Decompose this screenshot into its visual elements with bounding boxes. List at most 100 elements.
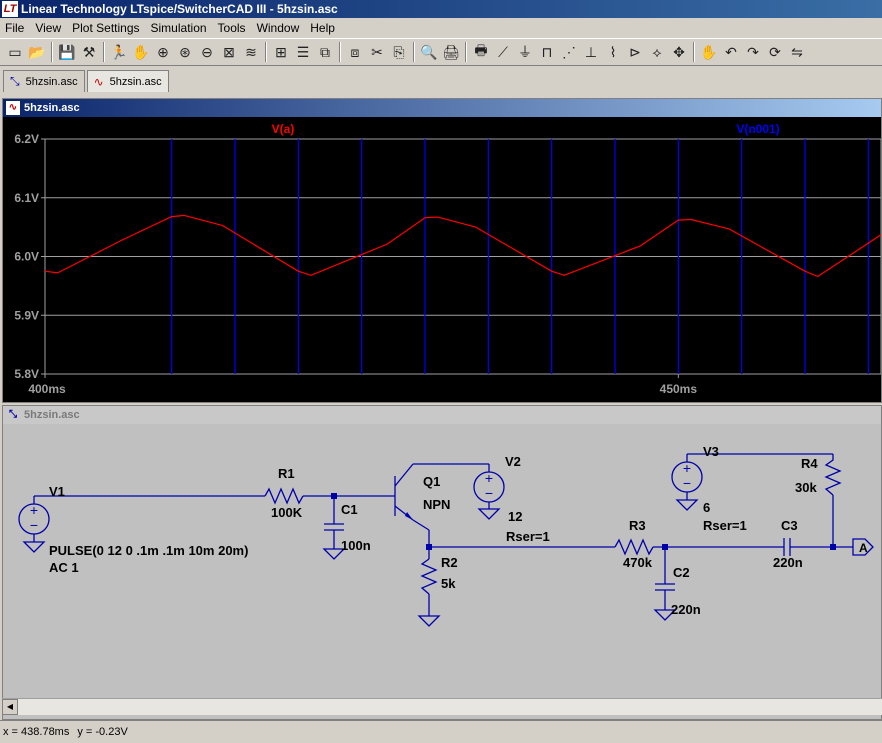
save-icon[interactable]: 💾 <box>56 41 78 63</box>
v2-value: 12 <box>508 509 522 524</box>
zoom-fit-icon[interactable]: ⊠ <box>218 41 240 63</box>
waveform-plot[interactable]: 6.2V 6.1V 6.0V 5.9V 5.8V400ms 450ms V(a) V(n001… <box>3 117 881 402</box>
ground-icon <box>417 615 441 627</box>
cascade-icon[interactable]: ⧉ <box>314 41 336 63</box>
cursor-x-readout: x = 438.78ms <box>3 726 70 738</box>
c3-value: 220n <box>773 555 803 570</box>
pan-icon[interactable]: ✋ <box>130 41 152 63</box>
svg-text:−: − <box>683 475 691 491</box>
title-bar: LT Linear Technology LTspice/SwitcherCAD… <box>0 0 882 18</box>
document-tabs: ⤡ 5hzsin.asc ∿ 5hzsin.asc <box>0 68 882 92</box>
voltage-sources <box>18 461 703 535</box>
toolbar-separator <box>413 42 415 62</box>
open-icon[interactable]: 📂 <box>26 41 48 63</box>
c1-label: C1 <box>341 502 358 517</box>
inductor-icon[interactable]: ⌇ <box>602 41 624 63</box>
v2-rser: Rser=1 <box>506 529 550 544</box>
v1-value: PULSE(0 12 0 .1m .1m 10m 20m) <box>49 543 248 558</box>
grid-icon[interactable]: ⊞ <box>270 41 292 63</box>
c1-value: 100n <box>341 538 371 553</box>
tab-schematic[interactable]: ⤡ 5hzsin.asc <box>3 70 85 92</box>
menu-bar: File View Plot Settings Simulation Tools… <box>0 18 882 37</box>
toolbar-separator <box>265 42 267 62</box>
run-icon[interactable]: 🏃 <box>108 41 130 63</box>
ground-icon <box>675 499 699 511</box>
svg-text:−: − <box>485 485 493 501</box>
waveform-window-icon: ∿ <box>6 101 20 115</box>
menu-window[interactable]: Window <box>252 21 306 35</box>
toolbar-separator <box>693 42 695 62</box>
junction-dots <box>331 493 836 550</box>
r3-value: 470k <box>623 555 653 570</box>
waveform-panel-title: 5hzsin.asc <box>24 102 80 114</box>
waveform-panel-titlebar: ∿ 5hzsin.asc <box>3 99 881 117</box>
q1-label: Q1 <box>423 474 440 489</box>
status-bar: x = 438.78ms y = -0.23V <box>0 720 882 743</box>
resistor-icon[interactable]: ⋰ <box>558 41 580 63</box>
capacitor-icon[interactable]: ⊥ <box>580 41 602 63</box>
toolbar-separator <box>103 42 105 62</box>
svg-text:−: − <box>30 517 38 533</box>
trace-va <box>44 214 881 278</box>
move-icon[interactable]: ✥ <box>668 41 690 63</box>
c3-label: C3 <box>781 518 798 533</box>
c2-value: 220n <box>671 602 701 617</box>
tile-horizontal-icon[interactable]: ☰ <box>292 41 314 63</box>
schematic-panel-title: 5hzsin.asc <box>24 409 80 421</box>
schematic-tab-icon: ⤡ <box>10 74 20 88</box>
wire-icon[interactable]: ⟋ <box>492 41 514 63</box>
cut-icon[interactable]: ✂ <box>366 41 388 63</box>
schematic-window-icon: ⤡ <box>9 409 17 420</box>
scroll-left-icon[interactable]: ◀ <box>2 699 18 715</box>
waveform-tab-icon: ∿ <box>93 74 104 89</box>
ground-symbols <box>22 499 699 627</box>
ground-icon <box>477 508 501 520</box>
zoom-in-icon[interactable]: ⊕ <box>152 41 174 63</box>
schematic-wires <box>33 453 853 616</box>
find-icon[interactable]: 🔍 <box>418 41 440 63</box>
component-icon[interactable]: ⟡ <box>646 41 668 63</box>
r4-value: 30k <box>795 480 817 495</box>
drag-icon[interactable]: ✋ <box>698 41 720 63</box>
diode-icon[interactable]: ⊳ <box>624 41 646 63</box>
tab-waveform[interactable]: ∿ 5hzsin.asc <box>86 70 169 92</box>
tab-schematic-label: 5hzsin.asc <box>25 75 78 88</box>
autoscale-icon[interactable]: ≋ <box>240 41 262 63</box>
c2-label: C2 <box>673 565 690 580</box>
v2-label: V2 <box>505 454 521 469</box>
x-tick-label: 450ms <box>660 382 698 396</box>
app-logo-icon: LT <box>2 1 18 17</box>
svg-text:+: + <box>683 460 691 476</box>
new-schematic-icon[interactable]: ▭ <box>4 41 26 63</box>
copy-icon[interactable]: ⎘ <box>388 41 410 63</box>
y-tick-label: 5.9V <box>14 308 39 322</box>
menu-help[interactable]: Help <box>305 21 341 35</box>
tab-waveform-label: 5hzsin.asc <box>109 75 162 88</box>
ground-icon[interactable]: ⏚ <box>514 41 536 63</box>
r4-label: R4 <box>801 456 818 471</box>
horizontal-scrollbar[interactable]: ◀ <box>2 698 882 715</box>
svg-text:+: + <box>30 502 38 518</box>
trace-label-va: V(a) <box>272 122 295 136</box>
r2-value: 5k <box>441 576 456 591</box>
zoom-pan-icon[interactable]: ⊛ <box>174 41 196 63</box>
print-setup-icon[interactable]: 🖨 <box>440 41 462 63</box>
control-panel-icon[interactable]: ⚒ <box>78 41 100 63</box>
menu-view[interactable]: View <box>30 21 67 35</box>
tile-icon[interactable]: ⧈ <box>344 41 366 63</box>
v3-rser: Rser=1 <box>703 518 747 533</box>
redo-icon[interactable]: ↷ <box>742 41 764 63</box>
label-icon[interactable]: ⊓ <box>536 41 558 63</box>
menu-simulation[interactable]: Simulation <box>146 21 213 35</box>
menu-plot-settings[interactable]: Plot Settings <box>67 21 145 35</box>
print-icon[interactable]: 🖶 <box>470 41 492 63</box>
mirror-icon[interactable]: ⇋ <box>786 41 808 63</box>
menu-file[interactable]: File <box>0 21 30 35</box>
q1-value: NPN <box>423 497 450 512</box>
undo-icon[interactable]: ↶ <box>720 41 742 63</box>
zoom-out-icon[interactable]: ⊖ <box>196 41 218 63</box>
y-tick-label: 5.8V <box>14 367 39 381</box>
schematic-canvas[interactable]: +− +− +− V1 PULSE(0 12 0 .1m .1m 10m 20m… <box>3 424 881 699</box>
rotate-icon[interactable]: ⟳ <box>764 41 786 63</box>
menu-tools[interactable]: Tools <box>213 21 252 35</box>
